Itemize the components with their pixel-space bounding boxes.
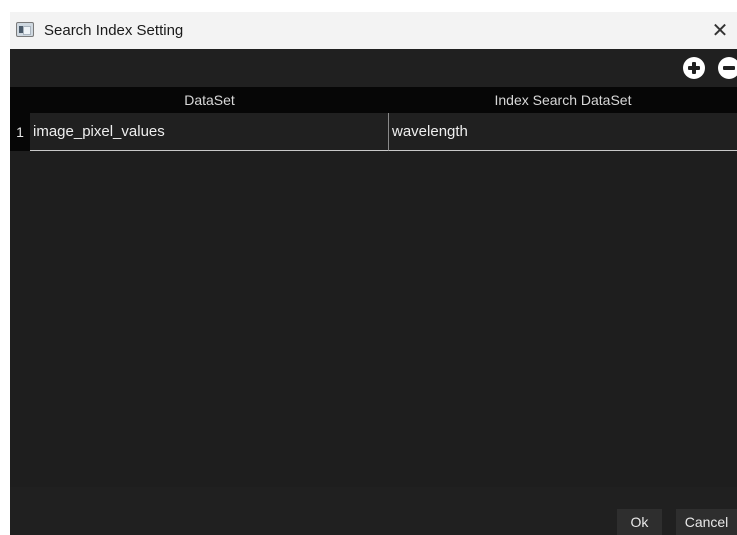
window-title: Search Index Setting	[44, 22, 184, 39]
close-button[interactable]: ✕	[703, 12, 737, 49]
dialog-footer: Ok Cancel	[10, 487, 737, 535]
search-index-setting-dialog: Search Index Setting ✕ DataSet Index Sea…	[10, 12, 737, 535]
dataset-cell[interactable]: image_pixel_values	[30, 113, 389, 151]
cancel-button[interactable]: Cancel	[676, 509, 737, 535]
add-row-button[interactable]	[683, 57, 705, 79]
ok-button[interactable]: Ok	[617, 509, 662, 535]
row-number[interactable]: 1	[10, 113, 30, 151]
remove-row-button[interactable]	[718, 57, 737, 79]
index-table: DataSet Index Search DataSet 1 image_pix…	[10, 87, 737, 487]
plus-icon-vertical	[692, 62, 696, 74]
app-window-icon	[16, 22, 34, 37]
table-header: DataSet Index Search DataSet	[10, 87, 737, 113]
column-header-index-search-dataset[interactable]: Index Search DataSet	[389, 87, 737, 113]
toolbar	[10, 49, 737, 87]
title-bar[interactable]: Search Index Setting ✕	[10, 12, 737, 49]
table-row: 1 image_pixel_values wavelength	[10, 113, 737, 151]
minus-circle-icon	[723, 66, 735, 70]
close-icon: ✕	[711, 20, 729, 42]
column-header-dataset[interactable]: DataSet	[30, 87, 389, 113]
index-search-dataset-cell[interactable]: wavelength	[389, 113, 737, 151]
